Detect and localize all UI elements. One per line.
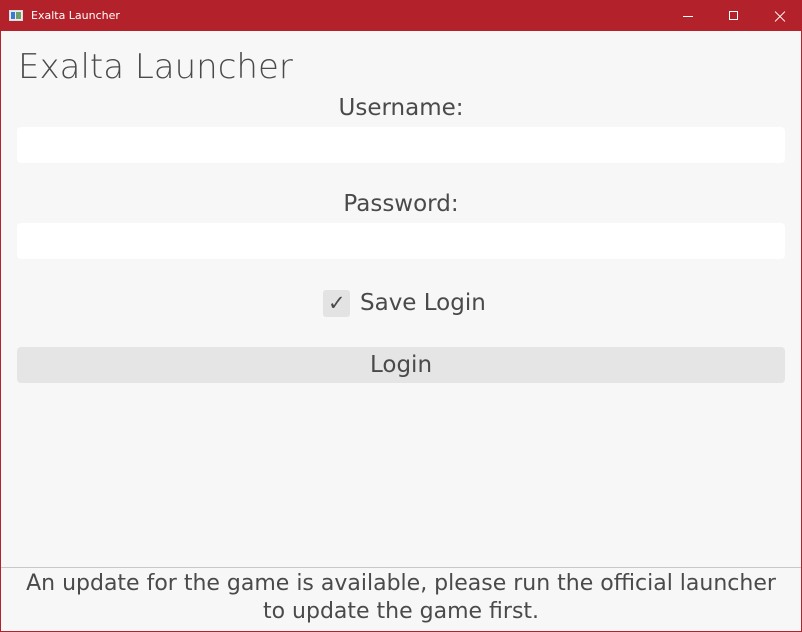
close-icon[interactable] bbox=[757, 1, 802, 31]
update-notice-text: An update for the game is available, ple… bbox=[1, 570, 801, 626]
login-button[interactable]: Login bbox=[17, 347, 785, 383]
update-notice-line-2: to update the game first. bbox=[262, 599, 540, 624]
page-title: Exalta Launcher bbox=[18, 47, 293, 87]
maximize-icon[interactable] bbox=[711, 1, 757, 31]
window-title: Exalta Launcher bbox=[31, 9, 120, 22]
app-icon bbox=[9, 10, 23, 21]
password-input[interactable] bbox=[17, 223, 785, 259]
save-login-checkbox[interactable]: ✓ bbox=[323, 289, 350, 317]
update-notice: An update for the game is available, ple… bbox=[1, 567, 801, 631]
update-notice-line-1: An update for the game is available, ple… bbox=[26, 571, 776, 596]
title-bar[interactable]: Exalta Launcher bbox=[1, 1, 801, 31]
save-login-toggle[interactable]: ✓ Save Login bbox=[323, 288, 486, 318]
launcher-window: Exalta Launcher Exalta Launcher Username… bbox=[0, 0, 802, 632]
checkmark-icon: ✓ bbox=[328, 290, 346, 315]
password-label: Password: bbox=[343, 191, 459, 217]
username-input[interactable] bbox=[17, 127, 785, 163]
minimize-icon[interactable] bbox=[665, 1, 711, 31]
save-login-label[interactable]: Save Login bbox=[360, 288, 486, 318]
username-label: Username: bbox=[338, 95, 464, 121]
